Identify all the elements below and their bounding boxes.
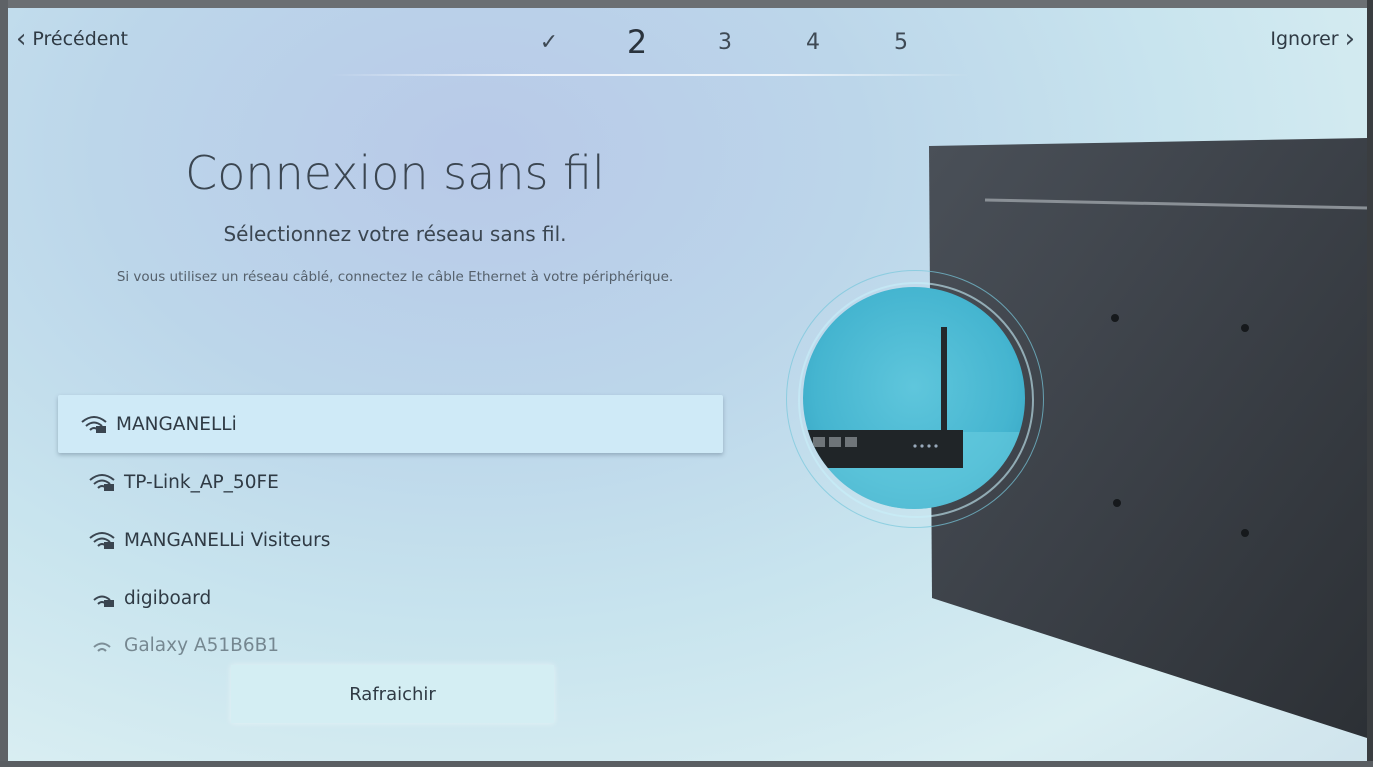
network-item-galaxy[interactable]: Galaxy A51B6B1 <box>58 627 723 665</box>
setup-header: ‹ Précédent ✓ 2 3 4 5 Ignorer › <box>0 20 1373 64</box>
ethernet-hint: Si vous utilisez un réseau câblé, connec… <box>116 269 674 285</box>
step-indicator-underline <box>330 74 970 76</box>
step-3: 3 <box>718 29 732 55</box>
page-title: Connexion sans fil <box>185 146 605 200</box>
chevron-right-icon: › <box>1344 24 1355 54</box>
screen-bezel-bottom <box>0 761 1373 767</box>
network-item-manganelli-visiteurs[interactable]: MANGANELLi Visiteurs <box>58 511 723 569</box>
skip-label: Ignorer <box>1270 28 1339 50</box>
step-4: 4 <box>806 29 820 55</box>
wifi-secured-icon <box>93 595 114 607</box>
back-button[interactable]: ‹ Précédent <box>16 26 128 52</box>
refresh-button[interactable]: Rafraichir <box>231 665 554 723</box>
skip-button[interactable]: Ignorer › <box>1270 26 1355 52</box>
step-1-checkmark-icon: ✓ <box>539 29 559 55</box>
step-indicator: ✓ 2 3 4 5 <box>505 20 945 64</box>
wifi-secured-icon <box>89 532 115 549</box>
network-name: TP-Link_AP_50FE <box>124 471 279 493</box>
back-label: Précédent <box>32 28 128 50</box>
network-list: MANGANELLi TP-Link_AP_50FE MANGANELLi Vi… <box>58 395 723 665</box>
ethernet-port-zoom <box>803 287 1025 509</box>
network-name: MANGANELLi <box>116 413 237 435</box>
screen-bezel-left <box>0 0 8 767</box>
router-icon <box>803 327 1025 509</box>
page-subtitle: Sélectionnez votre réseau sans fil. <box>223 222 567 246</box>
step-2: 2 <box>626 23 648 61</box>
network-name: Galaxy A51B6B1 <box>124 635 280 656</box>
network-item-tp-link[interactable]: TP-Link_AP_50FE <box>58 453 723 511</box>
step-5: 5 <box>894 29 908 55</box>
network-name: digiboard <box>124 587 212 609</box>
chevron-left-icon: ‹ <box>16 24 27 54</box>
wifi-secured-icon <box>81 416 107 433</box>
screen-bezel-top <box>0 0 1373 8</box>
network-item-manganelli[interactable]: MANGANELLi <box>58 395 723 453</box>
wifi-secured-icon <box>93 642 111 652</box>
screen-bezel-right <box>1367 0 1373 767</box>
wifi-secured-icon <box>89 474 115 491</box>
network-item-digiboard[interactable]: digiboard <box>58 569 723 627</box>
network-name: MANGANELLi Visiteurs <box>124 529 331 551</box>
